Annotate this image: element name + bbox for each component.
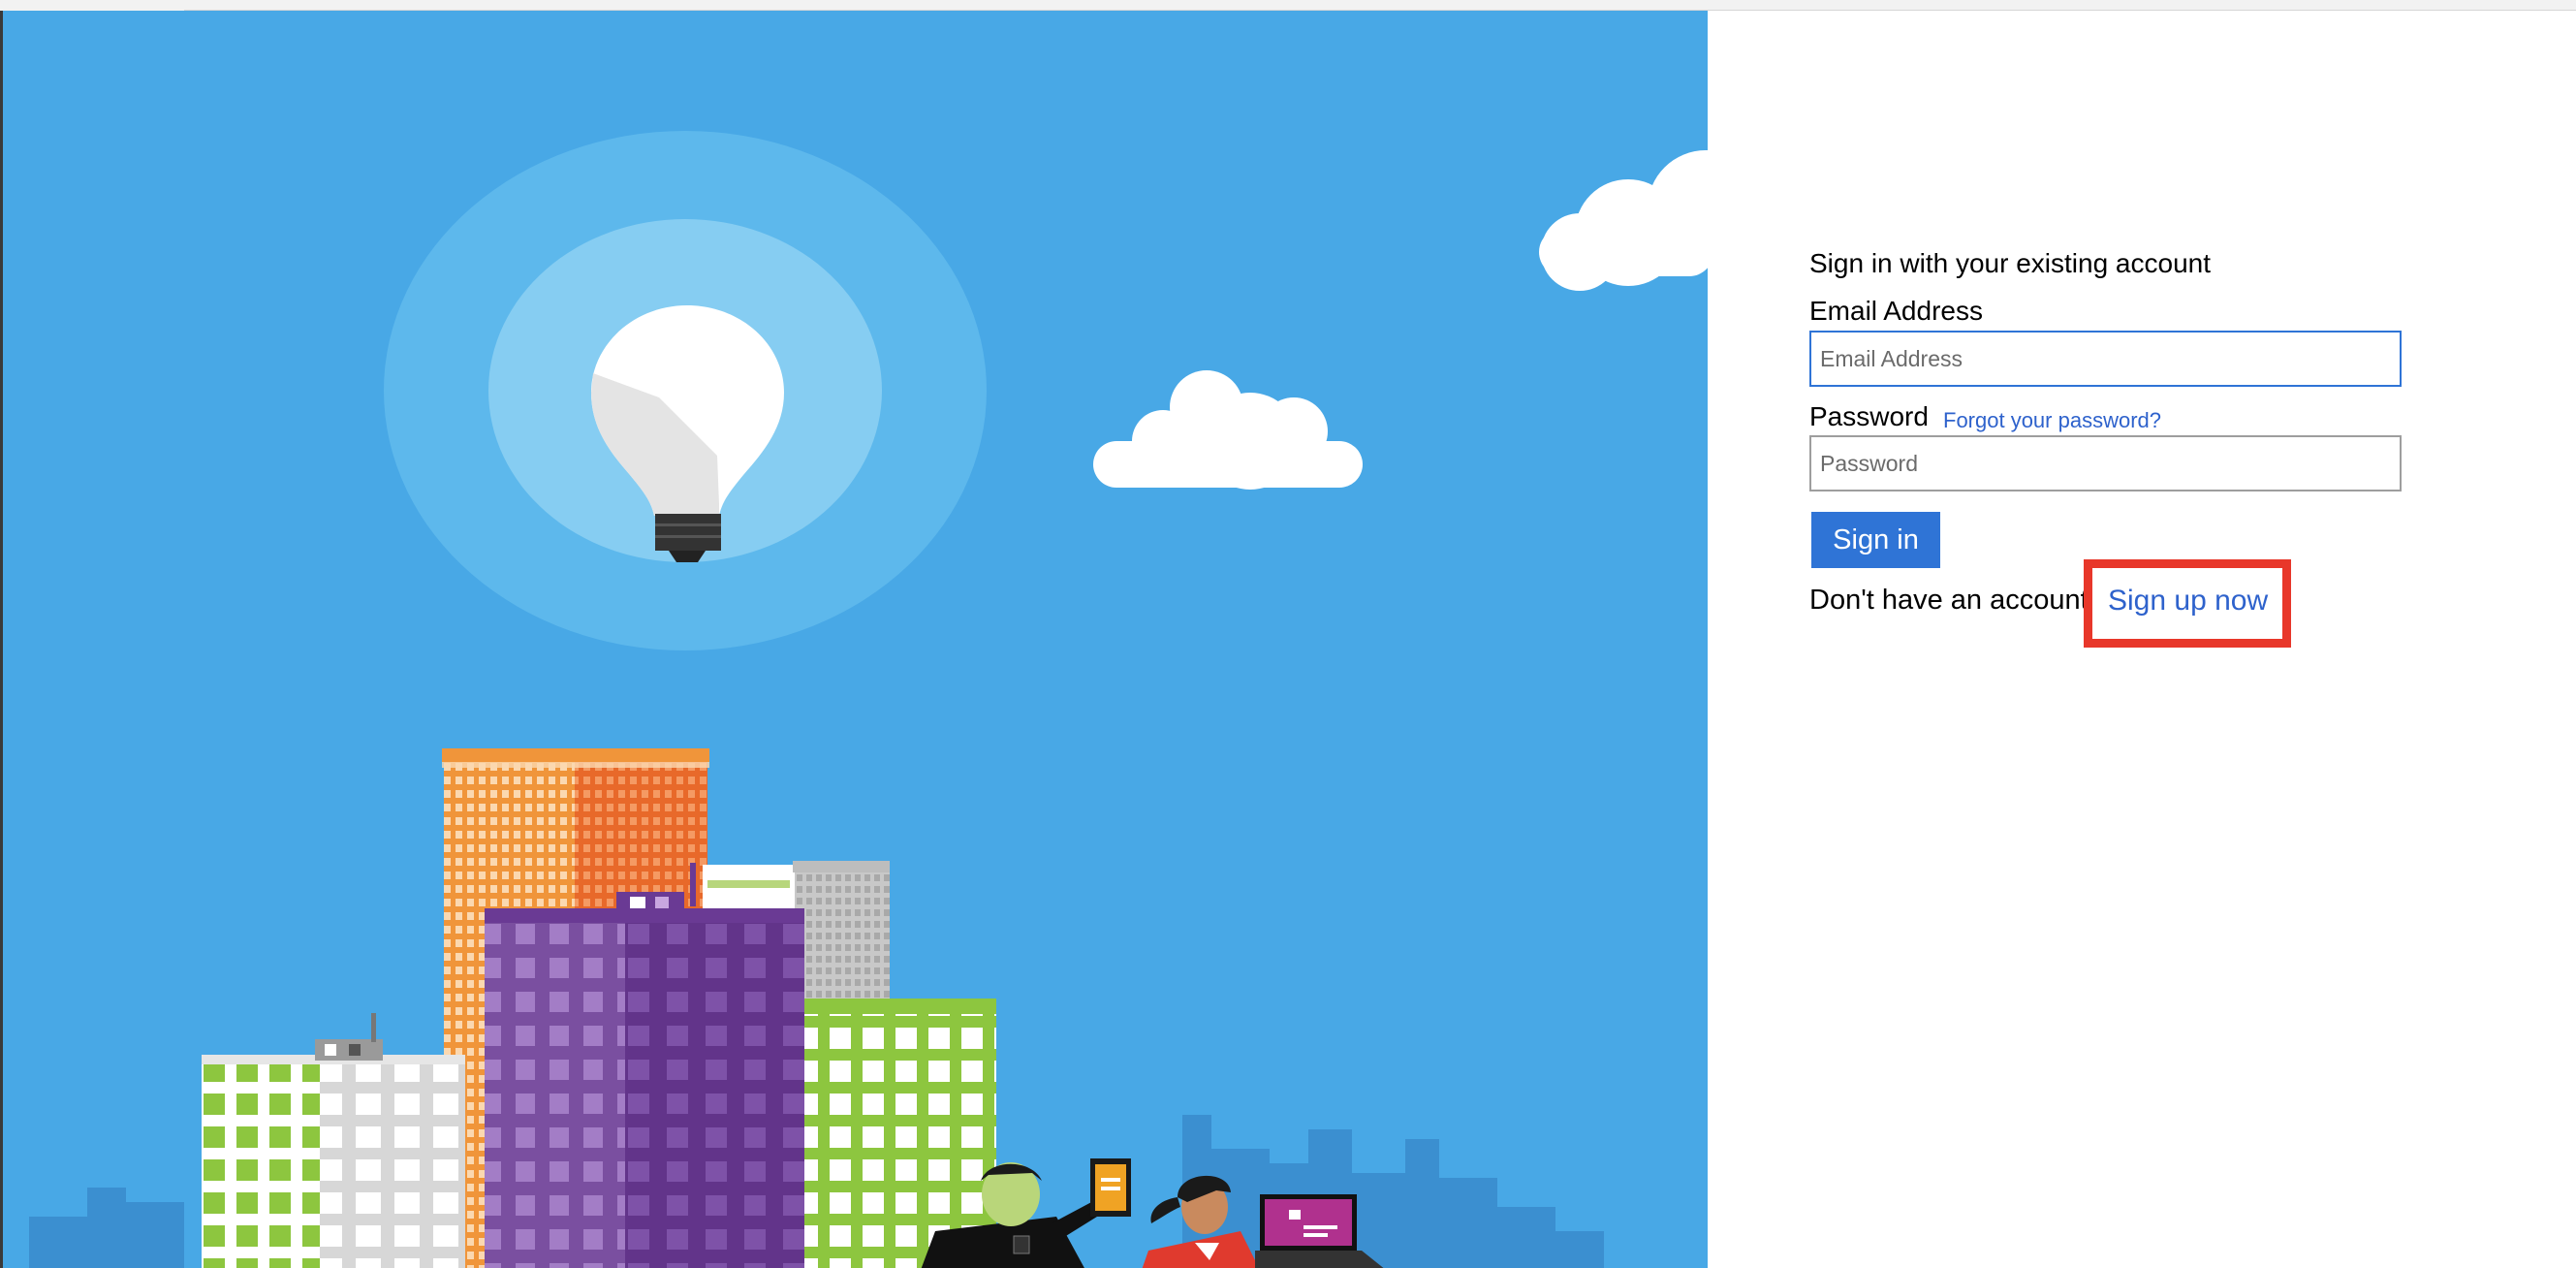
light-gray-building xyxy=(320,1057,465,1268)
no-account-text: Don't have an account? xyxy=(1809,585,2104,616)
purple-building xyxy=(485,908,630,1268)
white-green-building xyxy=(202,1057,320,1268)
email-label: Email Address xyxy=(1809,296,1983,326)
password-label: Password xyxy=(1809,401,1929,431)
left-window-edge xyxy=(0,11,3,1268)
password-input[interactable] xyxy=(1809,435,2402,491)
signup-link[interactable]: Sign up now xyxy=(2108,585,2268,618)
hero-illustration xyxy=(0,11,1708,1268)
email-input[interactable] xyxy=(1809,331,2402,387)
signin-heading: Sign in with your existing account xyxy=(1809,248,2211,278)
forgot-password-link[interactable]: Forgot your password? xyxy=(1943,408,2161,433)
signin-page: Sign in with your existing account Email… xyxy=(0,0,2576,1268)
signin-button[interactable]: Sign in xyxy=(1811,512,1940,568)
